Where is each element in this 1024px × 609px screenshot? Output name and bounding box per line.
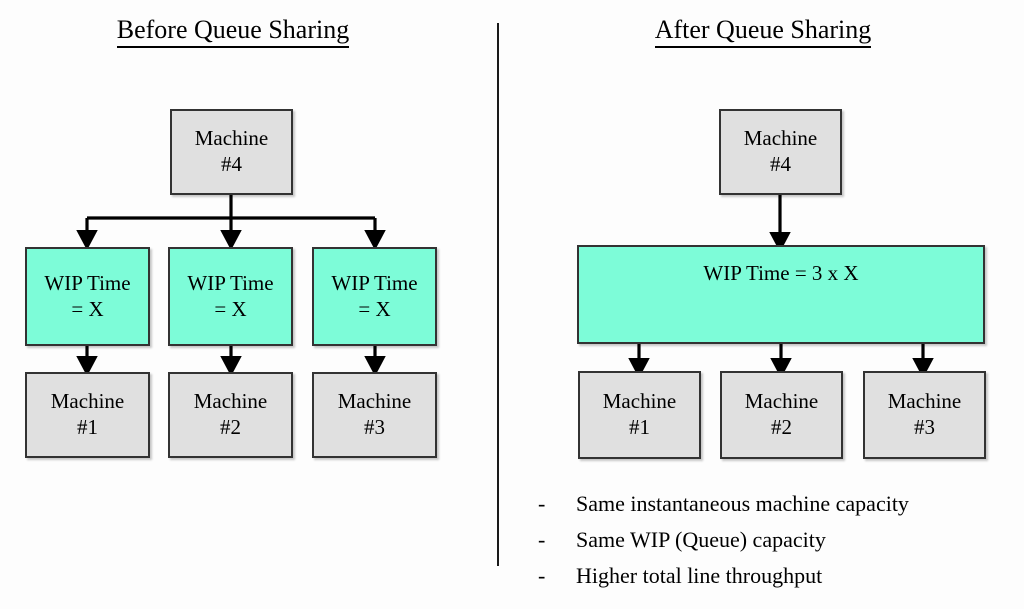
after-queue-to-machine-connectors (628, 344, 934, 379)
before-machine-2-label: Machine #2 (193, 389, 268, 439)
after-machine-3-node[interactable]: Machine #3 (863, 371, 986, 459)
after-machine-4-node[interactable]: Machine #4 (719, 109, 842, 195)
benefits-list: - Same instantaneous machine capacity - … (538, 493, 1008, 601)
after-shared-queue-node[interactable]: WIP Time = 3 x X (577, 245, 985, 344)
before-queue-to-machine-connectors (76, 346, 386, 377)
before-machine-4-node[interactable]: Machine #4 (170, 109, 293, 195)
benefit-item: - Same WIP (Queue) capacity (538, 529, 1008, 551)
before-queue-2-node[interactable]: WIP Time = X (168, 247, 293, 346)
after-machine-1-node[interactable]: Machine #1 (578, 371, 701, 459)
benefit-marker: - (538, 527, 546, 552)
before-panel-title-text: Before Queue Sharing (116, 15, 350, 48)
before-machine-4-label: Machine #4 (194, 126, 269, 176)
after-machine-2-node[interactable]: Machine #2 (720, 371, 843, 459)
before-queue-3-label: WIP Time = X (331, 270, 418, 321)
before-machine-3-node[interactable]: Machine #3 (312, 372, 437, 458)
benefit-item: - Same instantaneous machine capacity (538, 493, 1008, 515)
after-panel-title-text: After Queue Sharing (654, 15, 872, 48)
before-queue-3-node[interactable]: WIP Time = X (312, 247, 437, 346)
benefit-marker: - (538, 563, 546, 588)
panel-divider (497, 23, 499, 566)
benefit-text: Same instantaneous machine capacity (576, 491, 909, 516)
after-machine-3-label: Machine #3 (887, 389, 962, 439)
before-fanout-connectors (76, 195, 386, 251)
benefit-marker: - (538, 491, 546, 516)
diagram-canvas: Before Queue Sharing After Queue Sharing (0, 0, 1024, 609)
before-machine-3-label: Machine #3 (337, 389, 412, 439)
benefit-item: - Higher total line throughput (538, 565, 1008, 587)
before-panel-title: Before Queue Sharing (0, 15, 466, 48)
before-machine-2-node[interactable]: Machine #2 (168, 372, 293, 458)
before-queue-1-node[interactable]: WIP Time = X (25, 247, 150, 346)
before-machine-1-label: Machine #1 (50, 389, 125, 439)
before-queue-2-label: WIP Time = X (187, 270, 274, 321)
before-machine-1-node[interactable]: Machine #1 (25, 372, 150, 458)
after-machine-4-label: Machine #4 (743, 126, 818, 176)
before-queue-1-label: WIP Time = X (44, 270, 131, 321)
after-shared-queue-label: WIP Time = 3 x X (703, 261, 859, 285)
after-panel-title: After Queue Sharing (530, 15, 996, 48)
benefit-text: Higher total line throughput (576, 563, 823, 588)
benefit-text: Same WIP (Queue) capacity (576, 527, 826, 552)
after-machine-1-label: Machine #1 (602, 389, 677, 439)
after-machine-2-label: Machine #2 (744, 389, 819, 439)
